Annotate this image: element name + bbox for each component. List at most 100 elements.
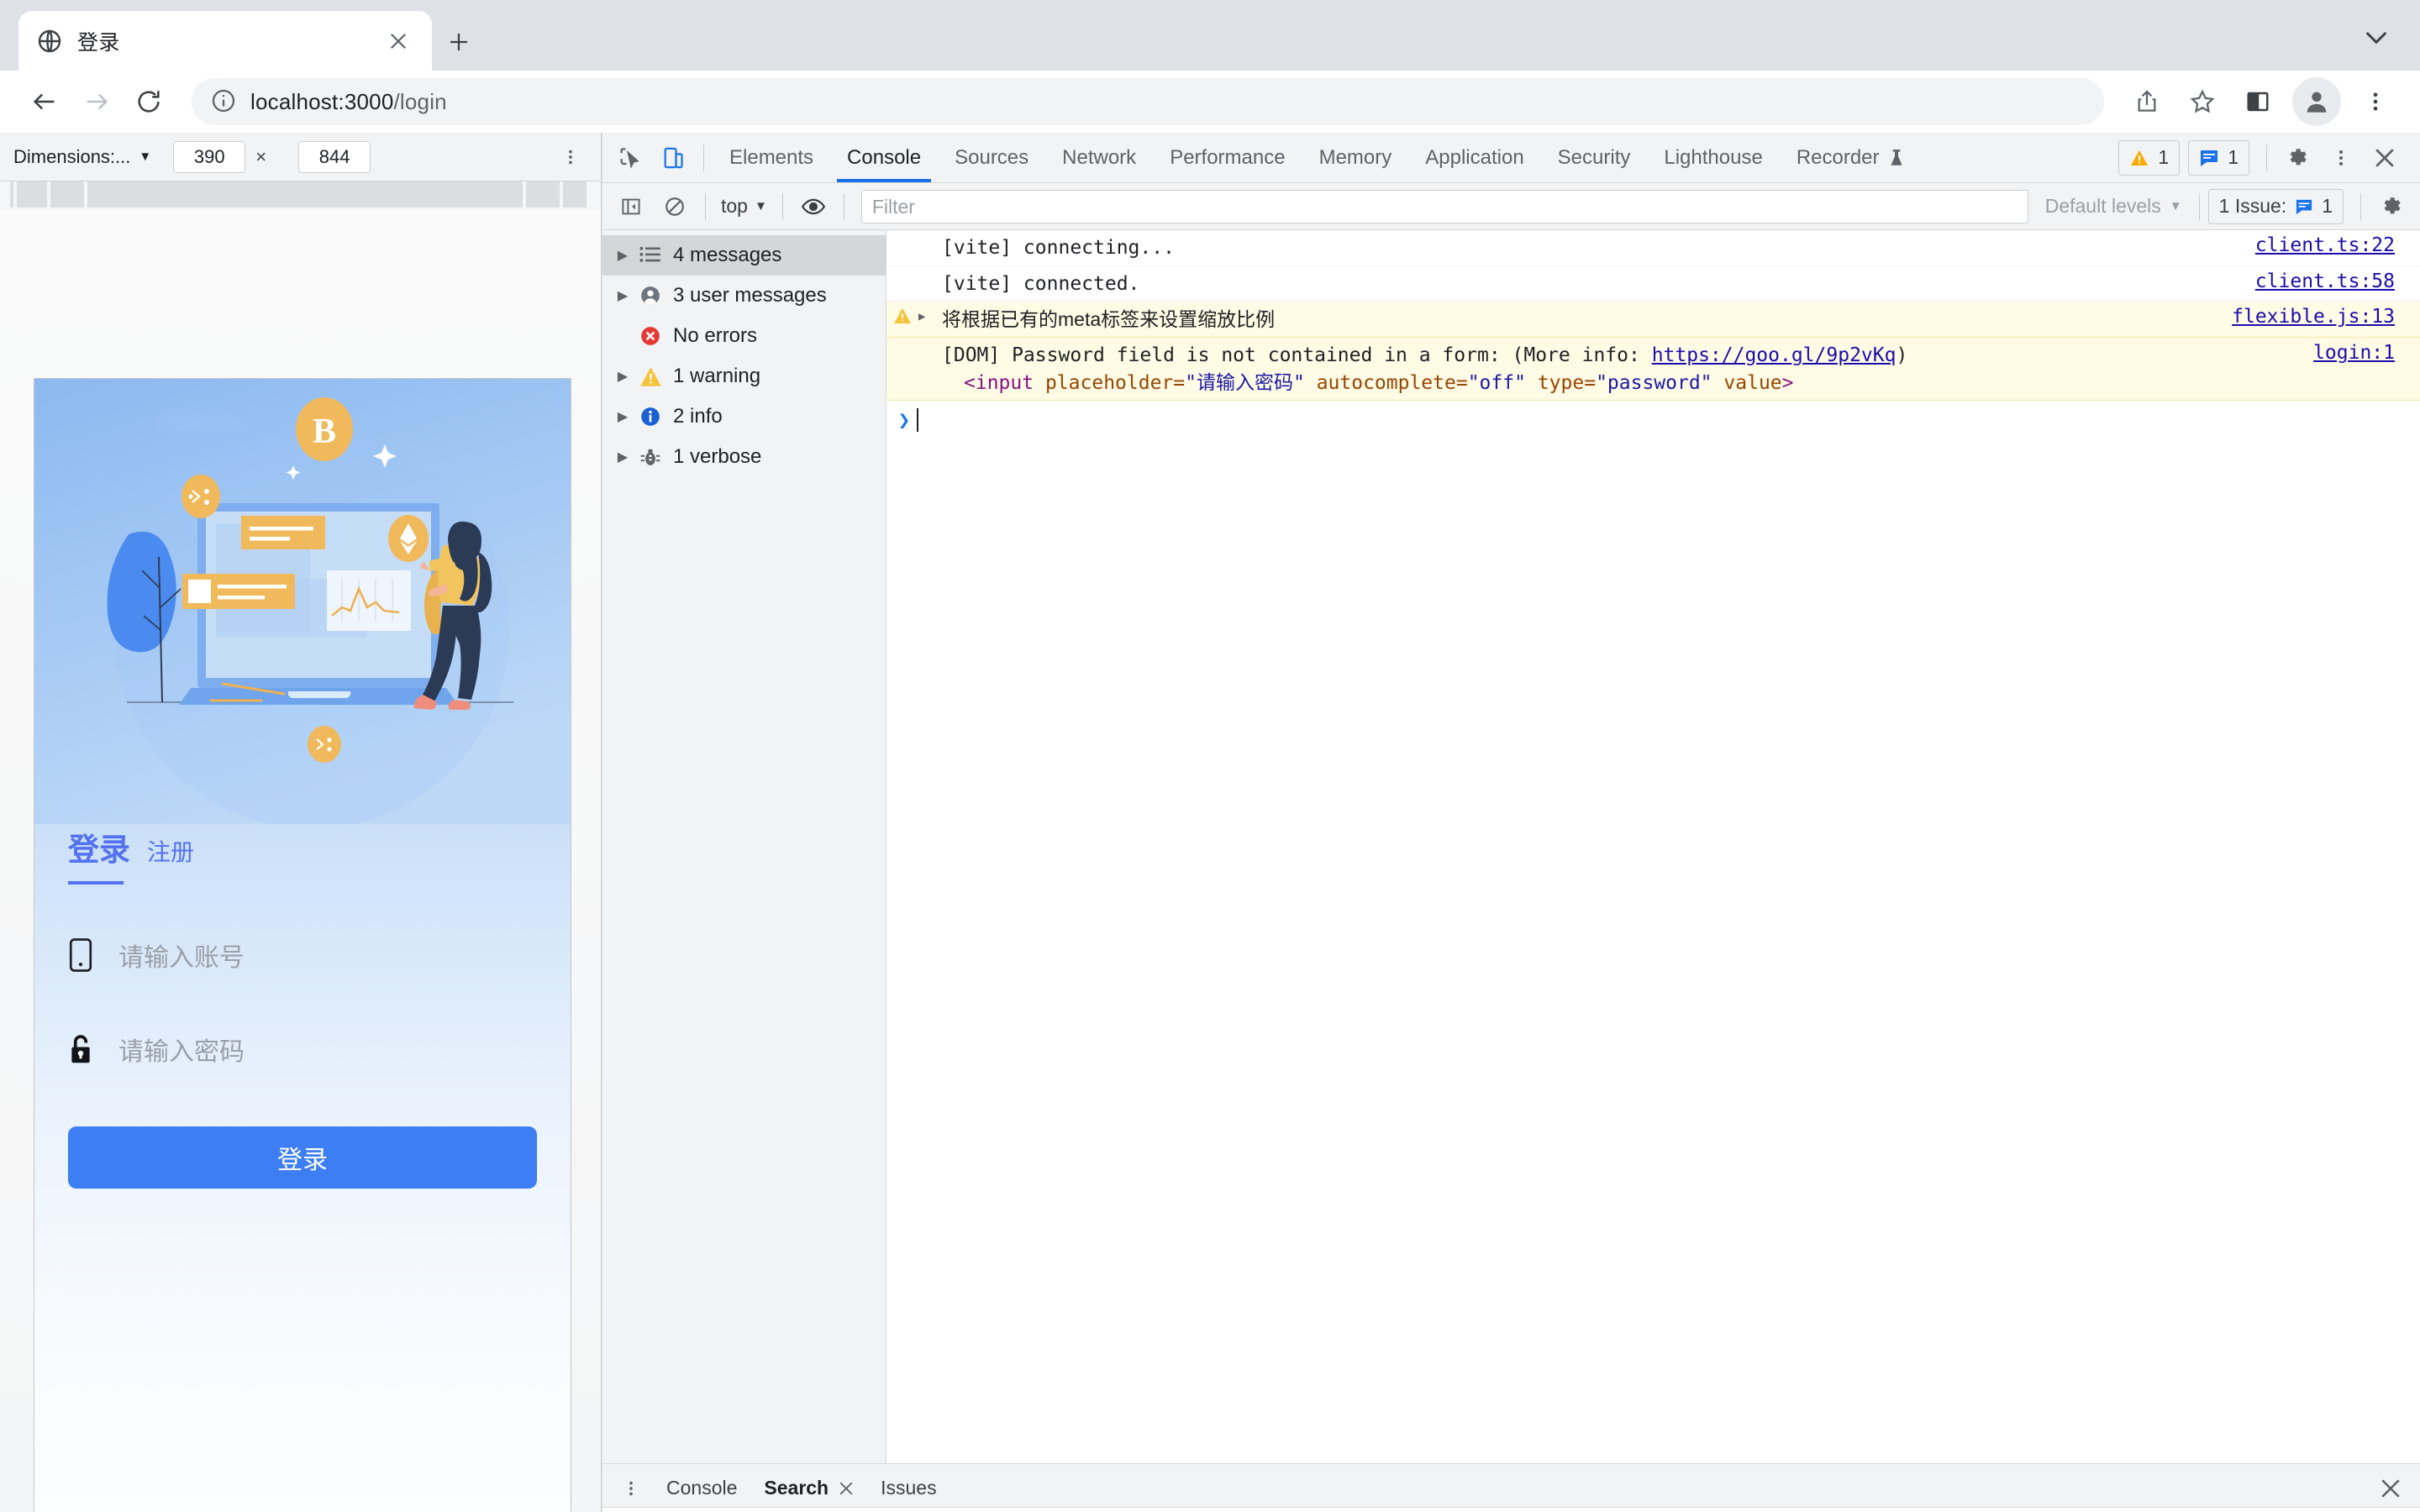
browser-tab[interactable]: 登录 [18,11,432,71]
tab-sources[interactable]: Sources [938,133,1045,182]
device-width-input[interactable]: 390 [173,140,246,173]
console-sidebar-icon[interactable] [612,187,650,226]
password-input[interactable]: 请输入密码 [118,1031,245,1068]
expand-arrow-icon[interactable]: ▶ [611,408,634,425]
sidebar-item-messages[interactable]: ▶ 4 messages [602,235,886,276]
tab-lighthouse[interactable]: Lighthouse [1647,133,1779,182]
url-bar[interactable]: localhost:3000/login [192,78,2104,125]
dimensions-dropdown-label[interactable]: Dimensions:... [13,146,130,168]
live-expression-eye-icon[interactable] [794,187,833,226]
kebab-menu-icon[interactable] [2322,139,2360,177]
console-message-source[interactable]: client.ts:58 [2255,270,2420,292]
log-expand-spacer [918,270,937,275]
execution-context-dropdown[interactable]: top ▼ [714,195,774,218]
sidebar-item-verbose[interactable]: ▶ 1 verbose [602,437,886,477]
account-input[interactable]: 请输入账号 [118,937,245,974]
ruler-tick [523,181,526,207]
expand-arrow-icon[interactable]: ▶ [611,449,634,465]
close-icon[interactable] [2380,1478,2413,1499]
sidebar-item-warnings[interactable]: ▶ 1 warning [602,356,886,396]
inspect-element-icon[interactable] [610,139,649,177]
expand-arrow-icon[interactable]: ▶ [611,368,634,385]
console-message-source[interactable]: client.ts:22 [2255,234,2420,256]
arrow-forward-icon[interactable] [71,76,123,128]
tab-network[interactable]: Network [1045,133,1153,182]
close-icon[interactable] [839,1481,854,1496]
tab-performance[interactable]: Performance [1153,133,1302,182]
devtools-panel: Elements Console Sources Network Perform… [602,133,2420,1512]
sidebar-item-user-messages[interactable]: ▶ 3 user messages [602,276,886,316]
more-info-link[interactable]: https://goo.gl/9p2vKq [1652,344,1897,366]
chevron-down-icon[interactable]: ▼ [139,150,151,164]
kebab-menu-icon[interactable] [554,140,587,174]
kebab-menu-icon[interactable] [612,1469,650,1508]
share-icon[interactable] [2121,76,2173,128]
expand-arrow-icon[interactable]: ▶ [918,306,937,323]
device-viewport[interactable]: B 登录 注册 请输入账号 请输入密码 登录 [34,378,571,1512]
side-panel-icon[interactable] [2232,76,2284,128]
divider [781,192,783,220]
arrow-back-icon[interactable] [18,76,71,128]
toggle-device-toolbar-icon[interactable] [654,139,692,177]
url-text: localhost:3000/login [250,89,447,115]
divider [2198,192,2200,220]
tab-register[interactable]: 注册 [147,834,194,868]
tab-security[interactable]: Security [1541,133,1648,182]
console-warning-row[interactable]: ▶ 将根据已有的meta标签来设置缩放比例 flexible.js:13 [886,302,2420,338]
tab-application[interactable]: Application [1408,133,1540,182]
close-icon[interactable] [381,24,415,58]
console-dom-warning-row[interactable]: [DOM] Password field is not contained in… [886,337,2420,402]
issue-count-badge[interactable]: 1 [2188,139,2249,176]
console-message-row[interactable]: [vite] connecting... client.ts:22 [886,230,2420,266]
sidebar-item-errors[interactable]: No errors [602,316,886,356]
tab-memory[interactable]: Memory [1302,133,1409,182]
console-log-list[interactable]: [vite] connecting... client.ts:22 [vite]… [886,230,2420,1463]
clear-console-icon[interactable] [655,187,694,226]
log-levels-dropdown[interactable]: Default levels ▼ [2037,195,2191,218]
lock-icon [68,1032,107,1066]
snippet-val-autocomplete: "off" [1467,371,1526,394]
warning-count-badge[interactable]: 1 [2118,139,2181,176]
info-circle-icon[interactable] [210,87,239,116]
account-field-row[interactable]: 请输入账号 [68,932,537,979]
chevron-down-icon: ▼ [2169,199,2182,213]
tab-console[interactable]: Console [830,133,938,182]
chevron-down-icon[interactable] [2356,22,2396,52]
drawer-tab-search[interactable]: Search [750,1477,867,1499]
log-gutter [886,270,918,272]
drawer-tab-issues[interactable]: Issues [867,1477,950,1499]
issue-message-icon [2295,198,2313,215]
console-message-text: [vite] connecting... [942,237,1175,259]
drawer-tab-console[interactable]: Console [653,1477,750,1499]
gear-icon[interactable] [2372,187,2411,226]
tab-elements[interactable]: Elements [713,133,830,182]
console-prompt[interactable]: ❯ [886,401,2420,439]
console-message-source[interactable]: login:1 [2313,342,2420,364]
tab-login[interactable]: 登录 [68,824,130,869]
tab-recorder[interactable]: Recorder [1780,133,1922,182]
issue-count: 1 [2228,146,2238,168]
new-tab-button[interactable] [437,20,481,64]
console-message-source[interactable]: flexible.js:13 [2232,306,2420,328]
login-submit-button[interactable]: 登录 [68,1126,537,1189]
expand-arrow-icon[interactable]: ▶ [611,287,634,304]
omnibar-actions [2121,76,2402,128]
browser-omnibar: localhost:3000/login [0,71,2420,133]
device-height-input[interactable]: 844 [298,140,371,173]
dom-element-snippet[interactable]: <input placeholder="请输入密码" autocomplete=… [942,370,1794,397]
sidebar-item-info[interactable]: ▶ 2 info [602,396,886,437]
password-field-row[interactable]: 请输入密码 [68,1026,537,1073]
issues-summary-badge[interactable]: 1 Issue: 1 [2207,188,2344,224]
expand-arrow-icon[interactable]: ▶ [611,247,634,264]
login-illustration: B [34,379,571,824]
login-page: B 登录 注册 请输入账号 请输入密码 登录 [34,379,571,1512]
reload-icon[interactable] [123,76,175,128]
warning-count: 1 [2158,146,2170,168]
console-filter-input[interactable]: Filter [860,189,2028,223]
close-icon[interactable] [2365,139,2404,177]
profile-avatar-icon[interactable] [2292,77,2341,126]
bookmark-star-icon[interactable] [2176,76,2228,128]
kebab-menu-icon[interactable] [2349,76,2402,128]
gear-icon[interactable] [2278,139,2317,177]
console-message-row[interactable]: [vite] connected. client.ts:58 [886,266,2420,302]
